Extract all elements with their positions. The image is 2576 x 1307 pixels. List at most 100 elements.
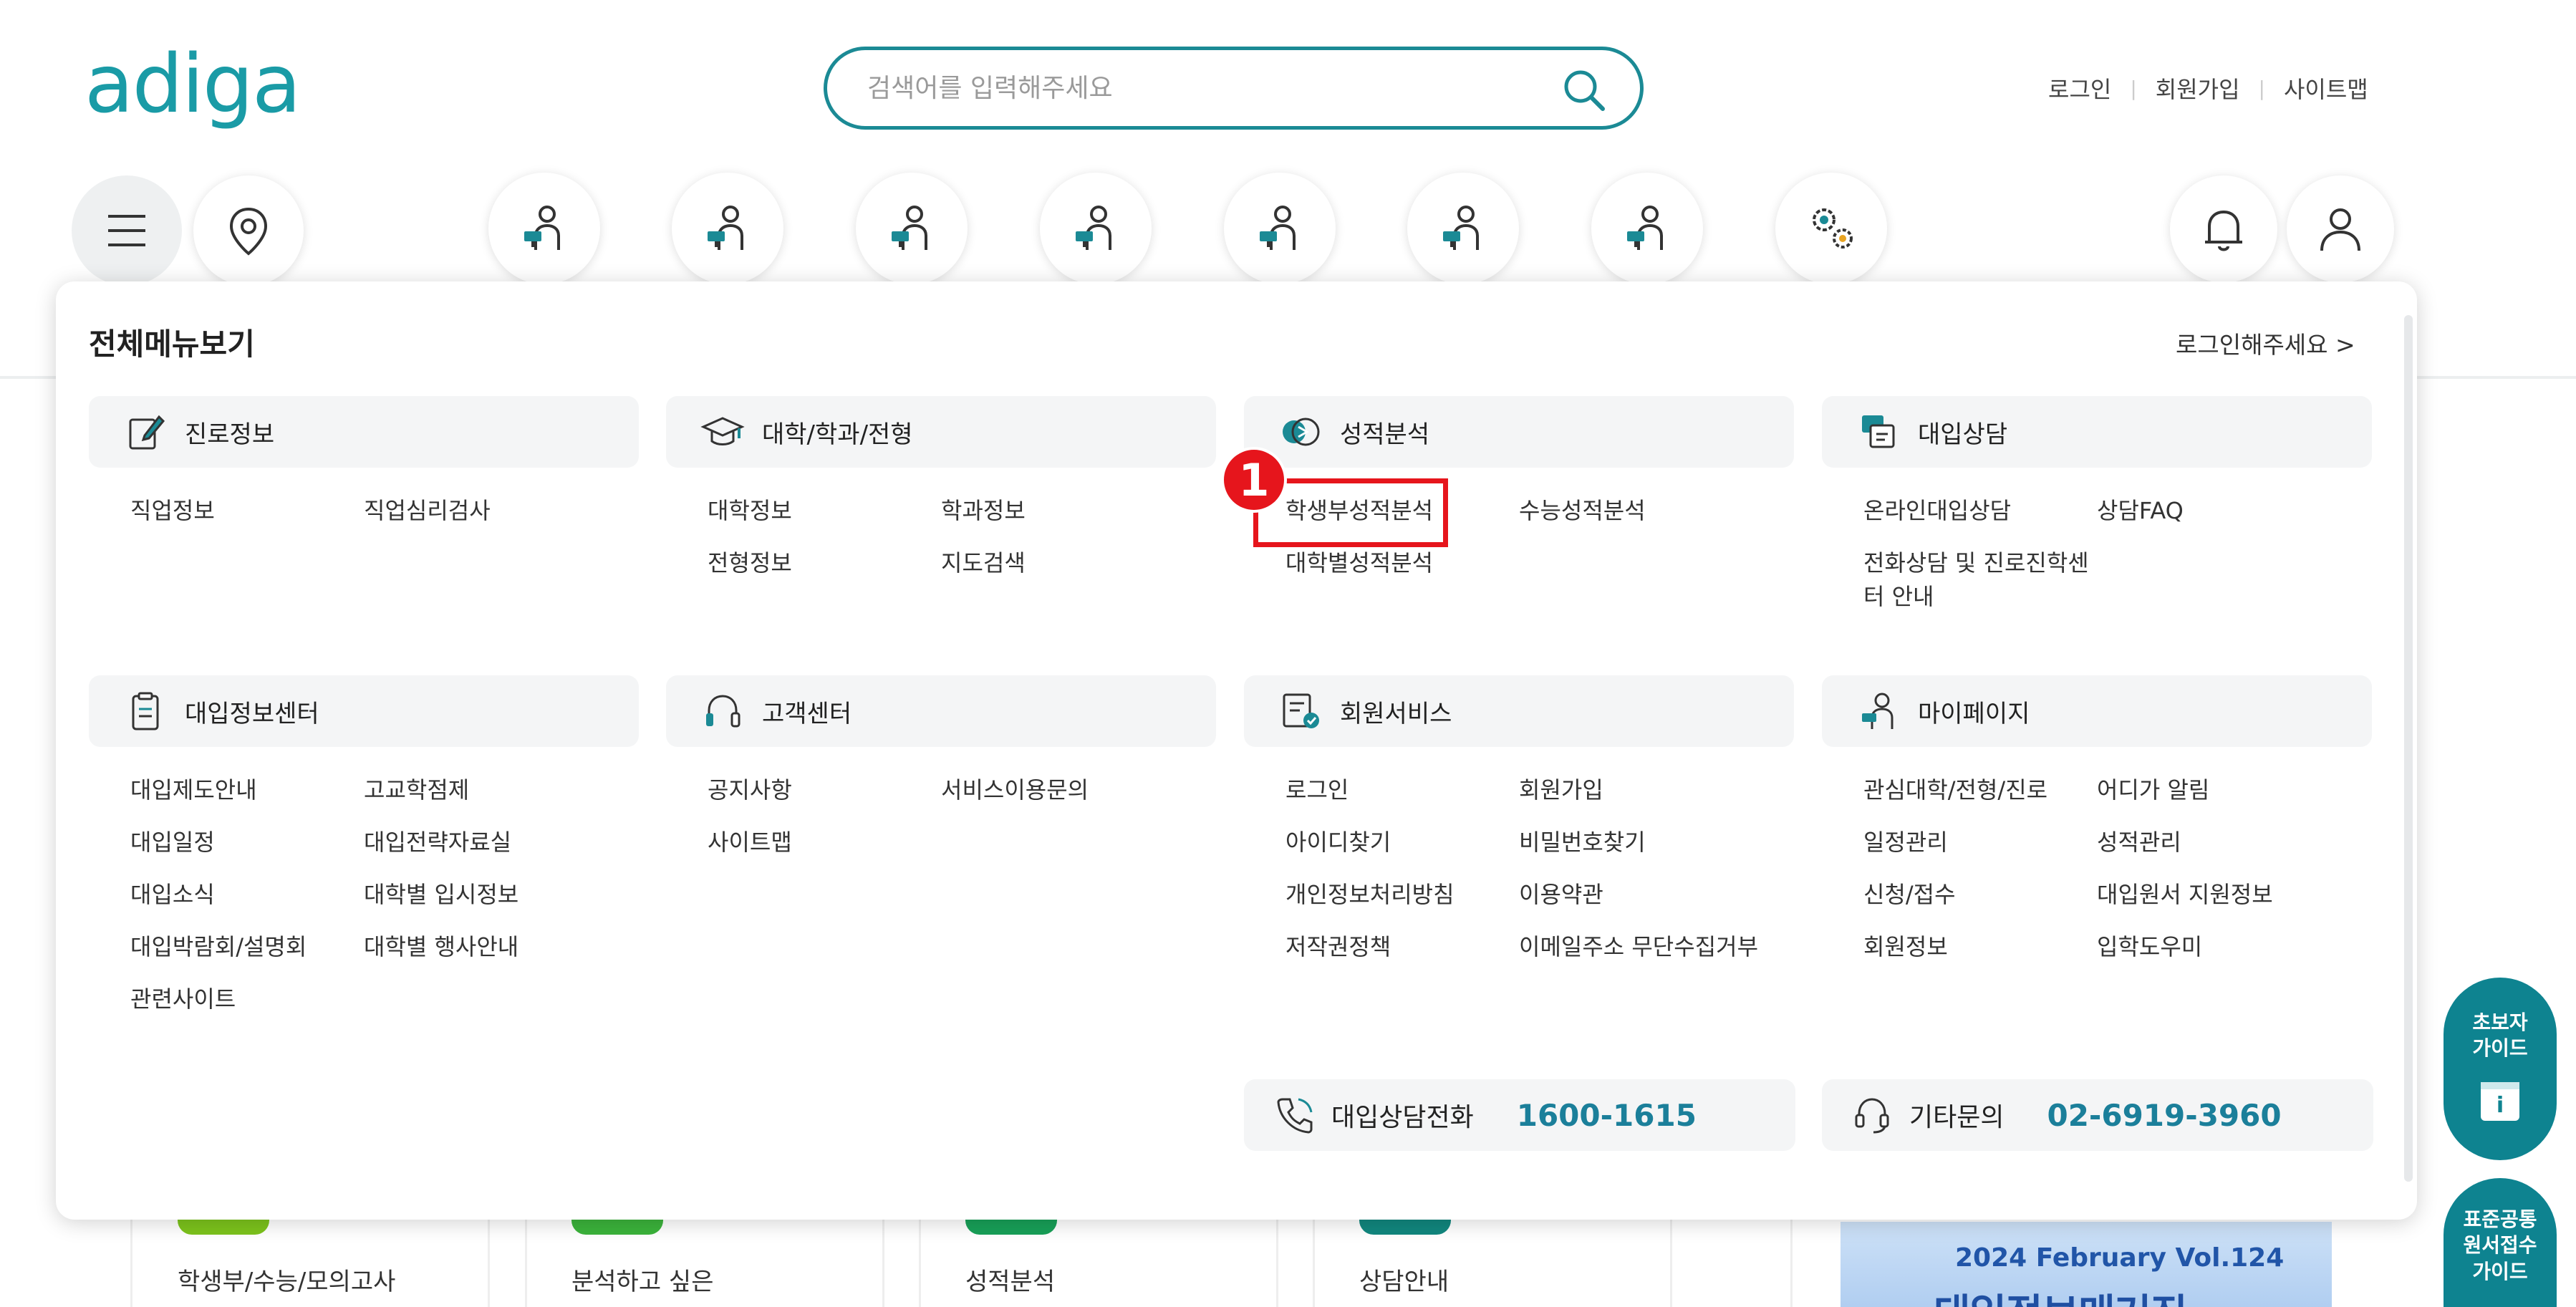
panel-scrollbar[interactable]	[2404, 315, 2413, 1182]
notification-button[interactable]	[2170, 175, 2277, 283]
menu-item[interactable]: 고교학점제	[364, 774, 469, 806]
svg-text:i: i	[2497, 1093, 2504, 1118]
nav-menu-4[interactable]	[1040, 173, 1152, 284]
nav-menu-6[interactable]	[1407, 173, 1519, 284]
menu-item[interactable]: 대학별 입시정보	[364, 879, 518, 911]
user-icon	[2320, 208, 2360, 251]
menu-item[interactable]: 저작권정책	[1285, 931, 1391, 963]
beginner-guide-button[interactable]: 초보자 가이드 i	[2444, 978, 2557, 1160]
menu-item-phone-counsel-cont[interactable]: 터 안내	[1863, 581, 1934, 613]
menu-item[interactable]: 대입전략자료실	[364, 826, 511, 859]
section-university[interactable]: 대학/학과/전형	[666, 396, 1216, 468]
card-title: 학생부/수능/모의고사	[178, 1268, 396, 1296]
menu-item[interactable]: 신청/접수	[1863, 879, 1956, 911]
float-label: 표준공통	[2463, 1207, 2537, 1231]
step-badge: 1	[1221, 447, 1287, 513]
gears-icon	[1813, 208, 1853, 249]
menu-item-csat-analysis[interactable]: 수능성적분석	[1519, 495, 1646, 527]
card-title: 성적분석	[965, 1268, 1056, 1296]
menu-button[interactable]	[72, 175, 182, 286]
menu-item[interactable]: 서비스이용문의	[941, 774, 1089, 806]
section-customer-center[interactable]: 고객센터	[666, 675, 1216, 747]
section-member-service[interactable]: 회원서비스	[1244, 675, 1794, 747]
menu-item[interactable]: 대입소식	[130, 879, 215, 911]
menu-item[interactable]: 공지사항	[708, 774, 792, 806]
section-label: 마이페이지	[1918, 699, 2030, 728]
menu-item[interactable]: 회원가입	[1519, 774, 1603, 806]
float-label: 원서접수	[2463, 1233, 2537, 1258]
edit-note-icon	[123, 410, 168, 454]
menu-item[interactable]: 성적관리	[2097, 826, 2181, 859]
person-board-icon	[524, 206, 560, 250]
location-button[interactable]	[193, 175, 304, 286]
menu-item[interactable]: 일정관리	[1863, 826, 1948, 859]
menu-item[interactable]: 사이트맵	[708, 826, 792, 859]
section-mypage[interactable]: 마이페이지	[1822, 675, 2372, 747]
menu-item[interactable]: 대입제도안내	[130, 774, 257, 806]
menu-item[interactable]: 대입원서 지원정보	[2097, 879, 2273, 911]
menu-item-admission-info[interactable]: 전형정보	[708, 547, 792, 579]
menu-item[interactable]: 대입일정	[130, 826, 215, 859]
nav-settings[interactable]	[1775, 173, 1887, 284]
full-menu-panel: 전체메뉴보기 로그인해주세요 > 진로정보 대학/학과/전형 성적분석 대입상담…	[56, 281, 2417, 1220]
section-label: 회원서비스	[1340, 699, 1452, 728]
menu-item-job-test[interactable]: 직업심리검사	[364, 495, 491, 527]
menu-item[interactable]: 입학도우미	[2097, 931, 2202, 963]
nav-menu-5[interactable]	[1224, 173, 1336, 284]
search-input[interactable]	[867, 66, 1512, 110]
admission-phone-bar[interactable]: 대입상담전화 1600-1615	[1244, 1079, 1795, 1151]
section-counseling[interactable]: 대입상담	[1822, 396, 2372, 468]
section-career-info[interactable]: 진로정보	[89, 396, 639, 468]
nav-menu-7[interactable]	[1591, 173, 1703, 284]
phone-label: 대입상담전화	[1331, 1103, 1474, 1132]
menu-item-job-info[interactable]: 직업정보	[130, 495, 215, 527]
menu-item-dept-info[interactable]: 학과정보	[941, 495, 1026, 527]
menu-item[interactable]: 개인정보처리방침	[1285, 879, 1455, 911]
phone-label: 기타문의	[1909, 1103, 2005, 1132]
signup-link[interactable]: 회원가입	[2156, 72, 2240, 105]
bell-icon	[2205, 210, 2242, 251]
menu-item-faq[interactable]: 상담FAQ	[2097, 495, 2184, 527]
nav-menu-3[interactable]	[856, 173, 968, 284]
float-label: 가이드	[2472, 1036, 2528, 1061]
nav-menu-1[interactable]	[488, 173, 600, 284]
menu-item[interactable]: 대학별 행사안내	[364, 931, 518, 963]
login-link[interactable]: 로그인	[2048, 72, 2111, 105]
menu-item[interactable]: 로그인	[1285, 774, 1349, 806]
section-label: 대입정보센터	[185, 699, 319, 728]
clipboard-icon	[123, 689, 168, 733]
section-admission-center[interactable]: 대입정보센터	[89, 675, 639, 747]
inquiry-phone-bar[interactable]: 기타문의 02-6919-3960	[1822, 1079, 2373, 1151]
adiga-logo[interactable]: adiga	[85, 44, 302, 125]
nav-menu-2[interactable]	[672, 173, 783, 284]
login-prompt-link[interactable]: 로그인해주세요 >	[2176, 326, 2355, 360]
search-icon[interactable]	[1561, 67, 1607, 113]
member-service-icon	[1278, 689, 1323, 733]
menu-item-online-counsel[interactable]: 온라인대입상담	[1863, 495, 2011, 527]
person-board-icon	[1076, 206, 1111, 250]
menu-item[interactable]: 아이디찾기	[1285, 826, 1391, 859]
menu-item[interactable]: 회원정보	[1863, 931, 1948, 963]
menu-item-phone-counsel[interactable]: 전화상담 및 진로진학센	[1863, 547, 2089, 579]
menu-item[interactable]: 이메일주소 무단수집거부	[1519, 931, 1758, 963]
menu-item[interactable]: 이용약관	[1519, 879, 1603, 911]
graduation-cap-icon	[700, 410, 745, 454]
magazine-banner[interactable]: 2024 February Vol.124 대입정보매거진	[1841, 1222, 2332, 1307]
menu-item[interactable]: 관심대학/전형/진로	[1863, 774, 2047, 806]
user-button[interactable]	[2287, 175, 2394, 283]
menu-item-map-search[interactable]: 지도검색	[941, 547, 1026, 579]
menu-item[interactable]: 대입박람회/설명회	[130, 931, 307, 963]
mypage-icon	[1856, 689, 1901, 733]
card-title: 분석하고 싶은	[571, 1268, 714, 1296]
menu-item[interactable]: 어디가 알림	[2097, 774, 2209, 806]
person-board-icon	[708, 206, 743, 250]
person-board-icon	[1627, 206, 1663, 250]
application-guide-button[interactable]: 표준공통 원서접수 가이드	[2444, 1178, 2557, 1307]
section-score-analysis[interactable]: 성적분석	[1244, 396, 1794, 468]
menu-item[interactable]: 관련사이트	[130, 983, 236, 1016]
menu-item[interactable]: 비밀번호찾기	[1519, 826, 1646, 859]
sitemap-link[interactable]: 사이트맵	[2284, 72, 2368, 105]
phone-number: 02-6919-3960	[2047, 1097, 2282, 1133]
menu-item-univ-score-analysis[interactable]: 대학별성적분석	[1285, 547, 1433, 579]
menu-item-univ-info[interactable]: 대학정보	[708, 495, 792, 527]
